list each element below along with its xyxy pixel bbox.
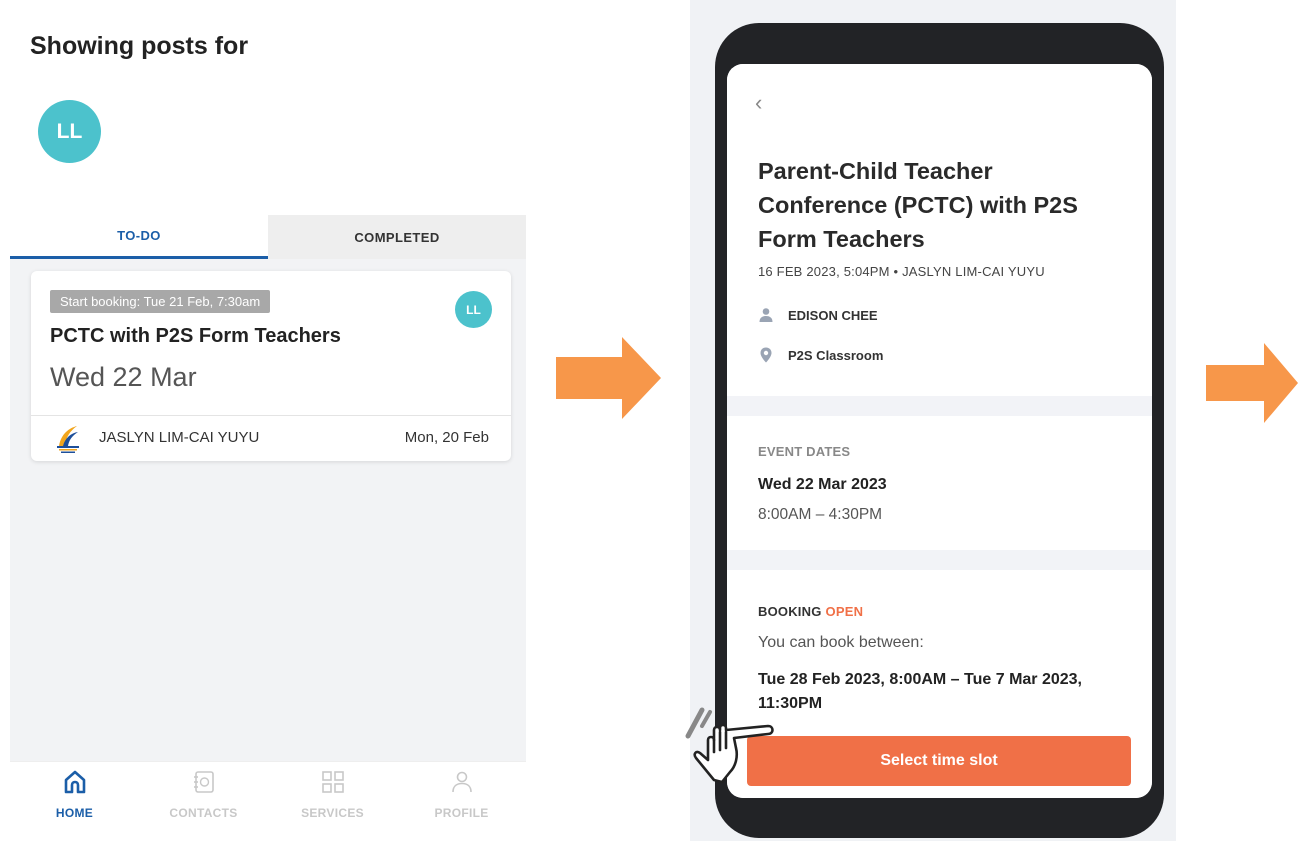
location-name: P2S Classroom — [788, 347, 884, 363]
chevron-left-icon[interactable]: ‹ — [755, 90, 762, 116]
nav-home[interactable]: HOME — [10, 762, 139, 841]
tab-todo[interactable]: TO-DO — [10, 215, 268, 259]
teacher-row: EDISON CHEE — [758, 307, 878, 323]
event-time: 8:00AM – 4:30PM — [758, 506, 883, 523]
post-sent-date: Mon, 20 Feb — [404, 429, 489, 446]
bottom-nav: HOME CONTACTS SERVICES PROFILE — [10, 761, 526, 841]
event-title: Parent-Child Teacher Conference (PCTC) w… — [758, 158, 1078, 252]
services-grid-icon — [321, 771, 344, 793]
booking-label-text: BOOKING — [758, 604, 822, 619]
profile-icon — [451, 771, 472, 793]
person-icon — [759, 308, 773, 322]
nav-profile-label: PROFILE — [434, 806, 489, 820]
contacts-icon — [193, 771, 214, 793]
booking-range: Tue 28 Feb 2023, 8:00AM – Tue 7 Mar 2023… — [758, 671, 1082, 712]
nav-profile[interactable]: PROFILE — [397, 762, 526, 841]
booking-label: BOOKING OPEN — [758, 604, 863, 619]
home-icon — [64, 770, 85, 794]
select-time-slot-button[interactable]: Select time slot — [747, 736, 1131, 786]
post-tabs: TO-DO COMPLETED — [10, 215, 526, 259]
school-logo-icon — [57, 426, 79, 453]
event-dates-label: EVENT DATES — [758, 444, 851, 459]
flow-arrow-icon — [1206, 343, 1298, 423]
card-avatar: LL — [455, 291, 492, 328]
post-title: PCTC with P2S Form Teachers — [50, 325, 341, 347]
page-title: Showing posts for — [30, 32, 249, 60]
posts-screen: Showing posts for LL TO-DO COMPLETED Sta… — [0, 0, 530, 841]
event-date: Wed 22 Mar 2023 — [758, 476, 887, 493]
tab-completed[interactable]: COMPLETED — [268, 215, 526, 259]
nav-contacts-label: CONTACTS — [169, 806, 238, 820]
post-card[interactable]: Start booking: Tue 21 Feb, 7:30am LL PCT… — [31, 271, 511, 461]
nav-services[interactable]: SERVICES — [268, 762, 397, 841]
nav-home-label: HOME — [55, 806, 94, 820]
pointing-hand-icon — [685, 707, 774, 784]
location-pin-icon — [760, 347, 772, 363]
booking-start-tag: Start booking: Tue 21 Feb, 7:30am — [50, 290, 271, 313]
booking-section: BOOKING OPEN You can book between: Tue 28… — [727, 570, 1152, 798]
nav-services-label: SERVICES — [301, 806, 364, 820]
event-meta: 16 FEB 2023, 5:04PM • JASLYN LIM-CAI YUY… — [758, 264, 1045, 279]
card-divider — [31, 415, 511, 416]
event-detail-screen: ‹ Parent-Child Teacher Conference (PCTC)… — [727, 64, 1152, 798]
child-avatar[interactable]: LL — [38, 100, 101, 163]
event-dates-section: EVENT DATES Wed 22 Mar 2023 8:00AM – 4:3… — [727, 416, 1152, 550]
post-event-date: Wed 22 Mar — [50, 362, 197, 392]
booking-status: OPEN — [825, 604, 864, 619]
nav-contacts[interactable]: CONTACTS — [139, 762, 268, 841]
location-row: P2S Classroom — [758, 347, 883, 363]
book-between-text: You can book between: — [758, 634, 924, 651]
teacher-name: EDISON CHEE — [788, 307, 878, 323]
flow-arrow-icon — [556, 337, 661, 419]
post-sender: JASLYN LIM-CAI YUYU — [99, 429, 260, 446]
event-header-section: ‹ Parent-Child Teacher Conference (PCTC)… — [727, 64, 1152, 396]
